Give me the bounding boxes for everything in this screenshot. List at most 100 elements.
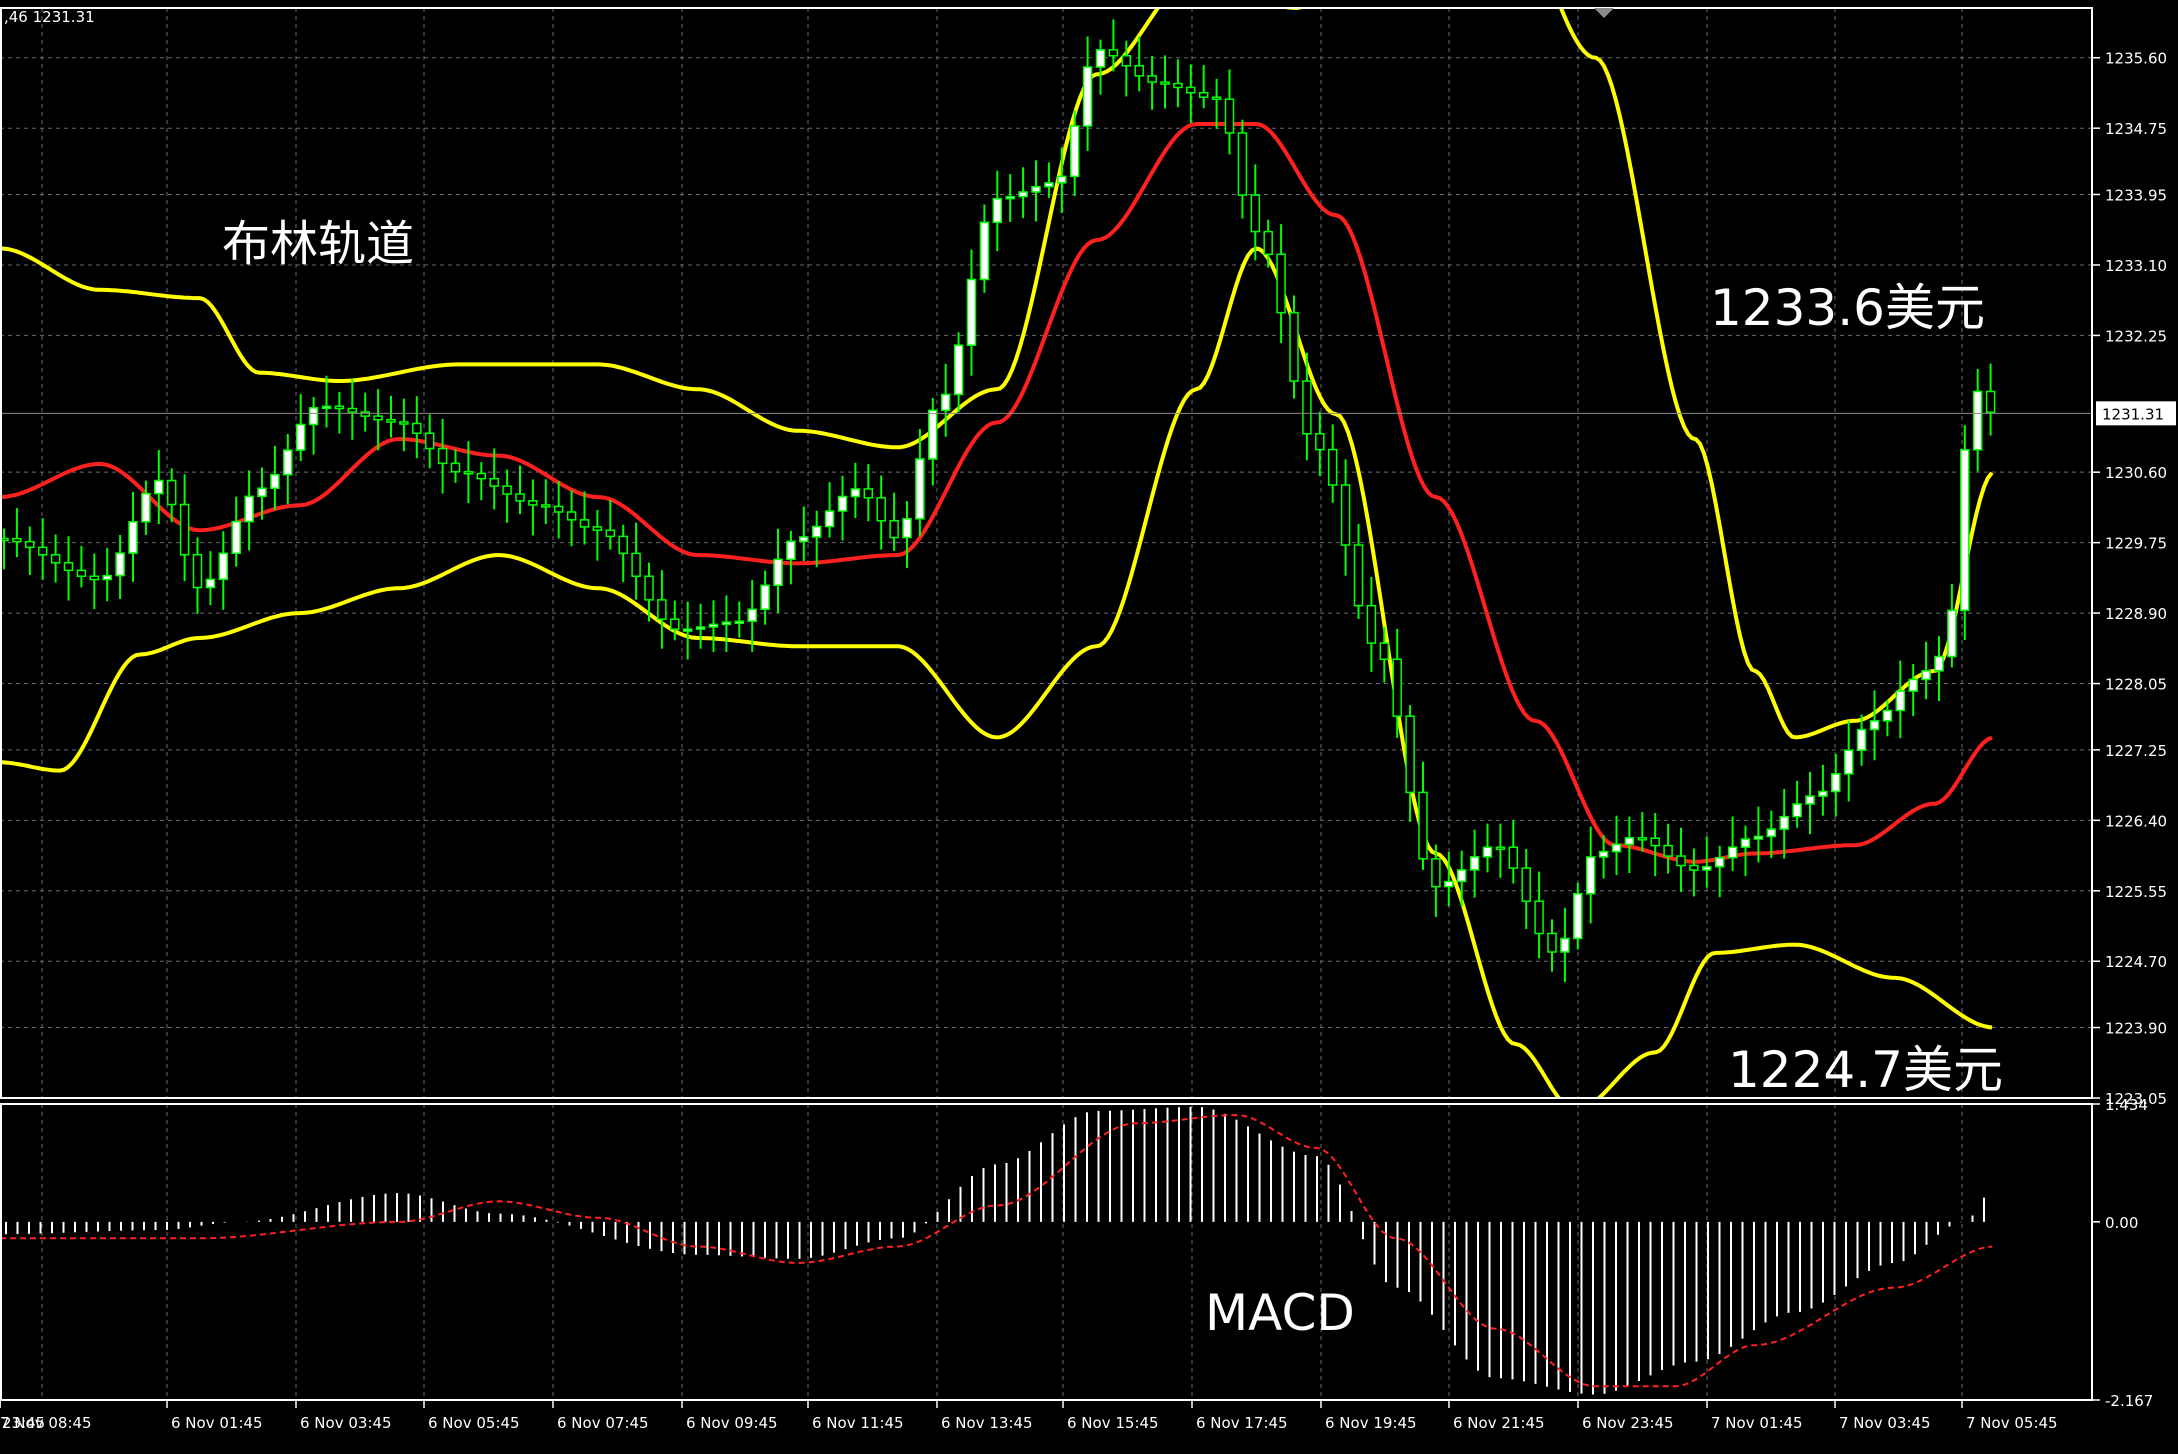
- candle-body: [1186, 86, 1196, 94]
- candle-body: [1740, 838, 1751, 848]
- candle-body: [1134, 65, 1144, 77]
- candle-body: [915, 458, 925, 520]
- candle-body: [657, 599, 667, 620]
- y-tick-label: 1227.25: [2105, 742, 2167, 760]
- candle-body: [192, 553, 203, 589]
- x-tick-label: 7 Nov 08:45: [0, 1414, 92, 1432]
- candle-body: [1547, 932, 1557, 953]
- candle-body: [373, 415, 383, 421]
- candle-body: [695, 626, 706, 630]
- candle-body: [760, 584, 770, 611]
- x-tick-label: 7 Nov 03:45: [1839, 1414, 1931, 1432]
- candle-body: [476, 472, 487, 480]
- y-tick-label: 1224.70: [2105, 953, 2167, 971]
- x-tick-label: 6 Nov 03:45: [300, 1414, 392, 1432]
- candle-body: [270, 473, 280, 489]
- candle-body: [1702, 865, 1712, 871]
- candle-body: [257, 487, 267, 498]
- candle-body: [1082, 66, 1093, 127]
- candle-body: [966, 278, 977, 346]
- x-tick-label: 6 Nov 19:45: [1325, 1414, 1417, 1432]
- candle-body: [1289, 311, 1299, 382]
- candle-body: [308, 407, 319, 426]
- x-tick-label: 6 Nov 13:45: [941, 1414, 1033, 1432]
- y-tick-label: 1233.95: [2105, 187, 2167, 205]
- candle-body: [1624, 837, 1635, 846]
- candle-body: [1379, 642, 1390, 661]
- candle-body: [205, 578, 216, 589]
- candle-body: [670, 618, 680, 630]
- candle-body: [166, 479, 177, 506]
- candle-body: [876, 497, 886, 522]
- candle-body: [50, 554, 61, 564]
- candle-body: [734, 620, 745, 624]
- candle-body: [1340, 484, 1351, 546]
- candle-body: [295, 423, 306, 451]
- candle-body: [1818, 790, 1828, 797]
- candle-body: [437, 447, 448, 465]
- candle-body: [424, 432, 435, 450]
- candle-body: [1985, 390, 1996, 413]
- candle-body: [1495, 846, 1506, 850]
- candle-body: [1353, 544, 1364, 607]
- x-tick-label: 6 Nov 07:45: [557, 1414, 649, 1432]
- candle-body: [115, 552, 125, 577]
- candle-body: [747, 608, 757, 622]
- macd-title: MACD: [1205, 1284, 1355, 1342]
- y-tick-label: 1228.90: [2105, 605, 2167, 623]
- candle-body: [992, 197, 1003, 224]
- candle-body: [618, 535, 628, 555]
- candle-body: [1211, 96, 1222, 101]
- candle-body: [1224, 98, 1235, 134]
- candle-body: [1727, 846, 1738, 859]
- candle-body: [708, 623, 719, 628]
- candle-body: [1418, 791, 1428, 860]
- candle-body: [360, 411, 370, 417]
- candle-body: [1250, 194, 1261, 233]
- candle-body: [1147, 75, 1157, 83]
- candle-body: [1882, 709, 1893, 722]
- candle-body: [605, 529, 616, 538]
- candle-body: [76, 569, 87, 578]
- candle-body: [141, 492, 151, 523]
- current-price-label: 1231.31: [2102, 405, 2164, 423]
- x-tick-label: 7 Nov 05:45: [1966, 1414, 2058, 1432]
- candle-body: [231, 520, 241, 555]
- x-tick-label: 7 Nov 01:45: [1711, 1414, 1803, 1432]
- candle-body: [928, 409, 938, 460]
- candle-body: [1534, 900, 1544, 935]
- candle-body: [1508, 846, 1519, 869]
- x-tick-label: 6 Nov 15:45: [1067, 1414, 1159, 1432]
- candle-body: [1714, 856, 1725, 868]
- candle-body: [953, 344, 964, 396]
- y-tick-label: 1225.55: [2105, 883, 2167, 901]
- candle-body: [1392, 658, 1402, 717]
- candle-body: [1560, 937, 1570, 953]
- candle-body: [1482, 846, 1493, 858]
- macd-tick-label: 1.434: [2105, 1096, 2148, 1114]
- y-tick-label: 1235.60: [2105, 50, 2167, 68]
- candle-body: [1521, 867, 1531, 902]
- candle-body: [1237, 132, 1248, 196]
- candle-body: [1637, 837, 1648, 841]
- candle-body: [1689, 864, 1699, 871]
- candle-body: [979, 221, 990, 281]
- candle-body: [528, 500, 538, 506]
- candle-body: [179, 503, 190, 556]
- candle-body: [1057, 175, 1067, 184]
- candle-body: [824, 510, 835, 528]
- price-chart: 1235.60 1234.75 1233.95 1233.10 1232.25 1230.…: [0, 0, 2178, 1454]
- candle-body: [12, 537, 22, 543]
- candle-body: [889, 519, 899, 539]
- candle-body: [25, 540, 35, 549]
- candle-body: [1869, 720, 1880, 731]
- candle-body: [1972, 390, 1983, 451]
- candle-body: [1173, 82, 1183, 89]
- x-tick-label: 6 Nov 09:45: [686, 1414, 778, 1432]
- candle-body: [1431, 858, 1441, 888]
- y-tick-label: 1228.05: [2105, 676, 2167, 694]
- y-tick-label: 1226.40: [2105, 812, 2167, 830]
- candle-body: [1095, 49, 1106, 68]
- candle-body: [1160, 81, 1170, 85]
- candle-body: [128, 521, 138, 554]
